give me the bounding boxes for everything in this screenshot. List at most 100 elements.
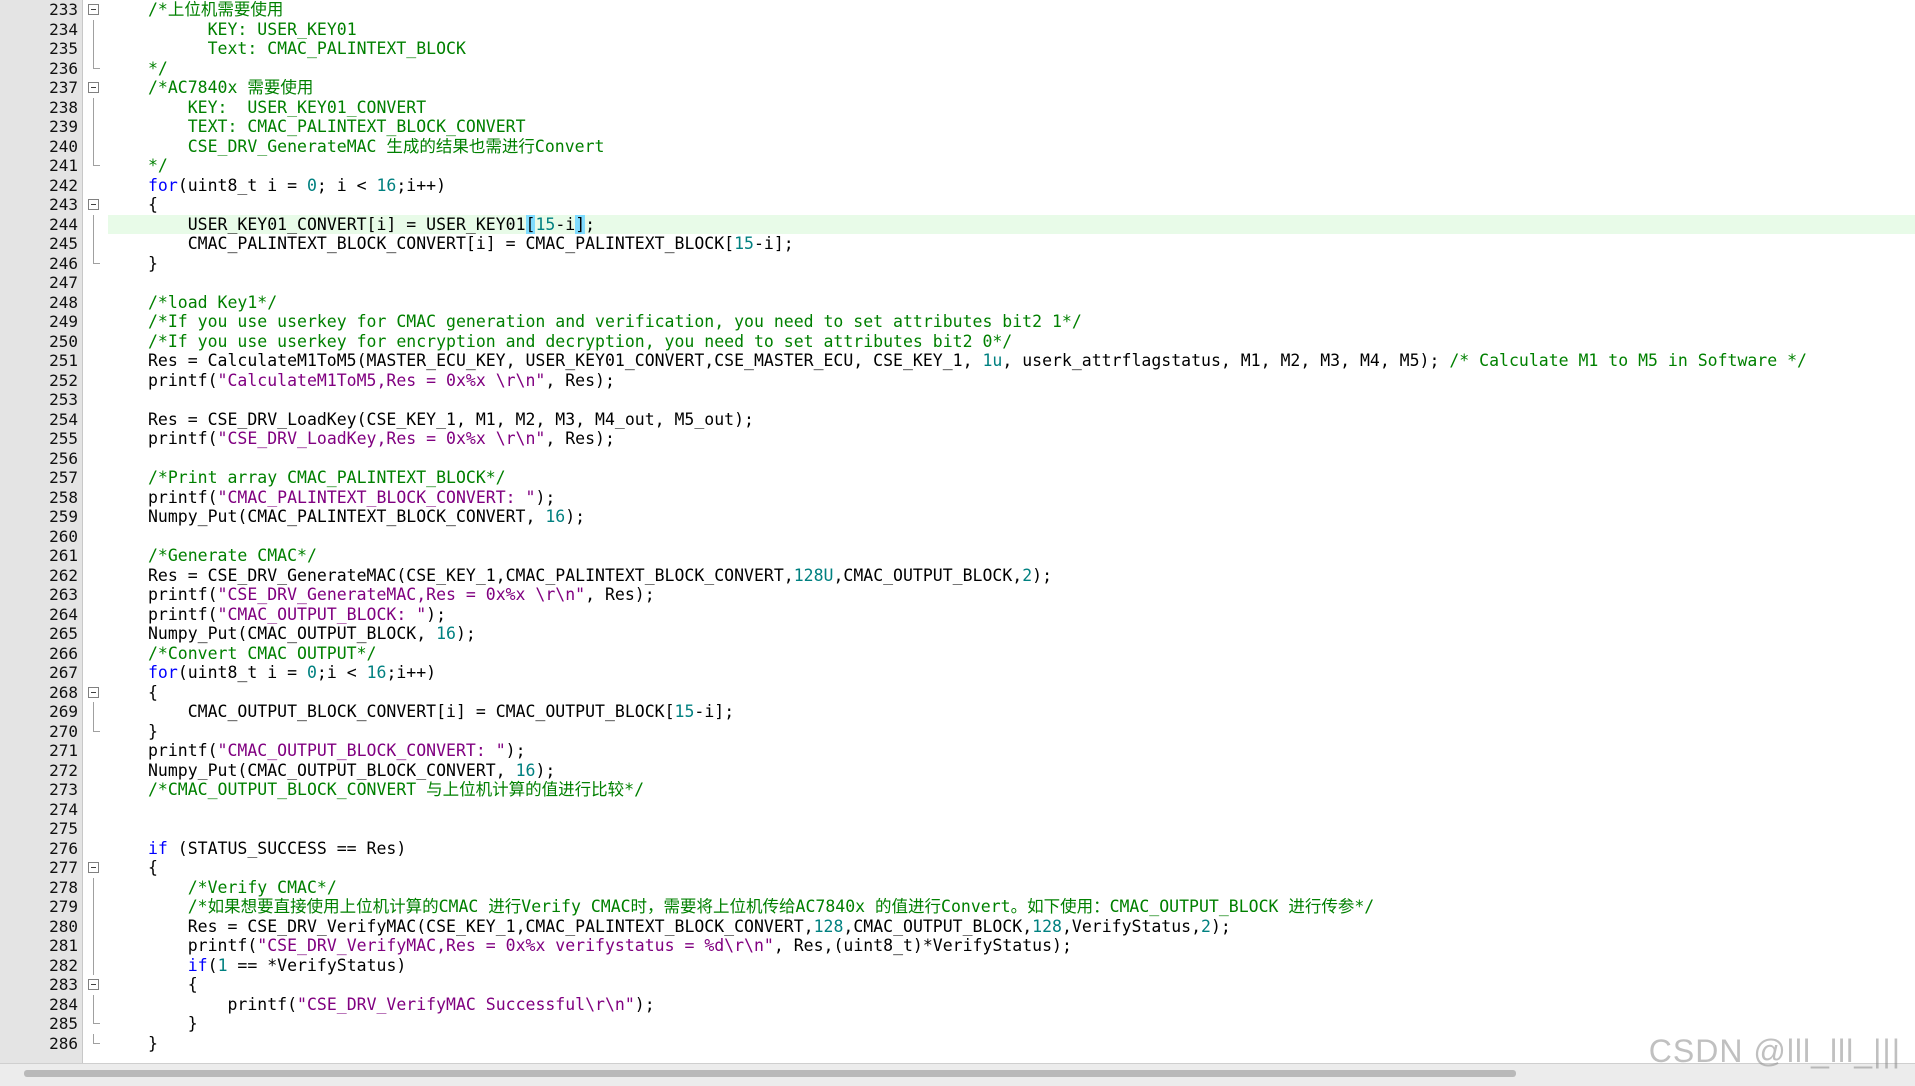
code-line[interactable]: 264 printf("CMAC_OUTPUT_BLOCK: "); — [0, 605, 1915, 625]
code-line[interactable]: 253 — [0, 390, 1915, 410]
code-line[interactable]: 276 if (STATUS_SUCCESS == Res) — [0, 839, 1915, 859]
code-line[interactable]: 248 /*load Key1*/ — [0, 293, 1915, 313]
fold-collapse-icon[interactable] — [88, 979, 99, 990]
code-line[interactable]: 259 Numpy_Put(CMAC_PALINTEXT_BLOCK_CONVER… — [0, 507, 1915, 527]
code-text[interactable]: for(uint8_t i = 0; i < 16;i++) — [108, 176, 1915, 196]
code-line[interactable]: 268 { — [0, 683, 1915, 703]
code-text[interactable] — [108, 819, 1915, 839]
code-line[interactable]: 278 /*Verify CMAC*/ — [0, 877, 1915, 898]
code-text[interactable]: printf("CalculateM1ToM5,Res = 0x%x \r\n"… — [108, 371, 1915, 391]
code-text[interactable]: /*上位机需要使用 — [108, 0, 1915, 20]
code-text[interactable]: KEY: USER_KEY01_CONVERT — [108, 98, 1915, 118]
code-line[interactable]: 279 /*如果想要直接使用上位机计算的CMAC 进行Verify CMAC时，… — [0, 897, 1915, 917]
code-line[interactable]: 250 /*If you use userkey for encryption a… — [0, 332, 1915, 352]
code-text[interactable]: for(uint8_t i = 0;i < 16;i++) — [108, 663, 1915, 683]
code-line[interactable]: 274 — [0, 800, 1915, 820]
code-text[interactable]: Text: CMAC_PALINTEXT_BLOCK — [108, 39, 1915, 59]
code-line[interactable]: 237 /*AC7840x 需要使用 — [0, 78, 1915, 98]
code-line[interactable]: 281 printf("CSE_DRV_VerifyMAC,Res = 0x%x… — [0, 936, 1915, 956]
code-text[interactable]: /*AC7840x 需要使用 — [108, 78, 1915, 98]
code-line[interactable]: 265 Numpy_Put(CMAC_OUTPUT_BLOCK, 16); — [0, 624, 1915, 644]
fold-collapse-icon[interactable] — [88, 686, 99, 698]
code-text[interactable]: /*Generate CMAC*/ — [108, 546, 1915, 566]
code-text[interactable]: Numpy_Put(CMAC_PALINTEXT_BLOCK_CONVERT, … — [108, 507, 1915, 527]
code-text[interactable]: printf("CSE_DRV_VerifyMAC,Res = 0x%x ver… — [108, 936, 1915, 956]
code-text[interactable]: Numpy_Put(CMAC_OUTPUT_BLOCK_CONVERT, 16)… — [108, 761, 1915, 781]
code-line[interactable]: 261 /*Generate CMAC*/ — [0, 546, 1915, 566]
code-text[interactable]: /*如果想要直接使用上位机计算的CMAC 进行Verify CMAC时，需要将上… — [108, 897, 1915, 917]
code-line[interactable]: 282 if(1 == *VerifyStatus) — [0, 955, 1915, 976]
horizontal-scrollbar[interactable] — [0, 1063, 1915, 1086]
code-text[interactable]: } — [108, 1014, 1915, 1034]
code-line[interactable]: 256 — [0, 449, 1915, 469]
code-line[interactable]: 263 printf("CSE_DRV_GenerateMAC,Res = 0x%… — [0, 585, 1915, 605]
code-text[interactable] — [108, 527, 1915, 547]
code-line[interactable]: 244 USER_KEY01_CONVERT[i] = USER_KEY01[1… — [0, 214, 1915, 234]
code-text[interactable]: printf("CMAC_OUTPUT_BLOCK_CONVERT: "); — [108, 741, 1915, 761]
code-text[interactable]: /*load Key1*/ — [108, 293, 1915, 313]
fold-collapse-icon[interactable] — [88, 862, 99, 873]
code-text[interactable]: Res = CalculateM1ToM5(MASTER_ECU_KEY, US… — [108, 351, 1915, 371]
code-line[interactable]: 275 — [0, 819, 1915, 839]
code-text[interactable] — [108, 449, 1915, 469]
code-text[interactable]: Res = CSE_DRV_GenerateMAC(CSE_KEY_1,CMAC… — [108, 566, 1915, 586]
code-line[interactable]: 280 Res = CSE_DRV_VerifyMAC(CSE_KEY_1,CM… — [0, 916, 1915, 937]
code-text[interactable]: KEY: USER_KEY01 — [108, 20, 1915, 40]
code-line[interactable]: 242 for(uint8_t i = 0; i < 16;i++) — [0, 176, 1915, 196]
code-line[interactable]: 260 — [0, 527, 1915, 547]
code-line[interactable]: 269 CMAC_OUTPUT_BLOCK_CONVERT[i] = CMAC_… — [0, 702, 1915, 722]
code-line[interactable]: 245 CMAC_PALINTEXT_BLOCK_CONVERT[i] = CM… — [0, 234, 1915, 254]
code-line[interactable]: 283 { — [0, 975, 1915, 995]
code-line[interactable]: 249 /*If you use userkey for CMAC generat… — [0, 312, 1915, 332]
fold-collapse-icon[interactable] — [88, 82, 99, 93]
code-text[interactable]: /*CMAC_OUTPUT_BLOCK_CONVERT 与上位机计算的值进行比较… — [108, 780, 1915, 800]
code-text[interactable]: /*Verify CMAC*/ — [108, 878, 1915, 898]
code-text[interactable]: /*Print array CMAC_PALINTEXT_BLOCK*/ — [108, 468, 1915, 488]
code-line[interactable]: 234 KEY: USER_KEY01 — [0, 19, 1915, 40]
code-text[interactable]: } — [108, 722, 1915, 742]
code-text[interactable]: printf("CMAC_OUTPUT_BLOCK: "); — [108, 605, 1915, 625]
code-text[interactable]: CMAC_OUTPUT_BLOCK_CONVERT[i] = CMAC_OUTP… — [108, 702, 1915, 722]
code-line[interactable]: 236 */ — [0, 58, 1915, 79]
code-line[interactable]: 277 { — [0, 858, 1915, 878]
code-editor[interactable]: 233/*上位机需要使用 234 KEY: USER_KEY01 235 Text:… — [0, 0, 1915, 1063]
code-text[interactable]: { — [108, 858, 1915, 878]
code-text[interactable] — [108, 273, 1915, 293]
code-text[interactable]: */ — [108, 156, 1915, 176]
code-line[interactable]: 240 CSE_DRV_GenerateMAC 生成的结果也需进行Convert — [0, 136, 1915, 157]
code-text[interactable]: CSE_DRV_GenerateMAC 生成的结果也需进行Convert — [108, 137, 1915, 157]
scrollbar-thumb[interactable] — [24, 1070, 1516, 1077]
code-text[interactable]: CMAC_PALINTEXT_BLOCK_CONVERT[i] = CMAC_P… — [108, 234, 1915, 254]
code-text[interactable]: { — [108, 975, 1915, 995]
code-text[interactable]: printf("CSE_DRV_GenerateMAC,Res = 0x%x \… — [108, 585, 1915, 605]
code-line[interactable]: 267 for(uint8_t i = 0;i < 16;i++) — [0, 663, 1915, 683]
code-line[interactable]: 246} — [0, 253, 1915, 274]
code-text[interactable] — [108, 800, 1915, 820]
code-text[interactable]: { — [108, 683, 1915, 703]
fold-collapse-icon[interactable] — [88, 199, 99, 210]
code-line[interactable]: 243 { — [0, 195, 1915, 215]
code-line[interactable]: 235 Text: CMAC_PALINTEXT_BLOCK — [0, 39, 1915, 59]
code-line[interactable]: 239 TEXT: CMAC_PALINTEXT_BLOCK_CONVERT — [0, 117, 1915, 137]
code-line[interactable]: 247 — [0, 273, 1915, 293]
code-line[interactable]: 273 /*CMAC_OUTPUT_BLOCK_CONVERT 与上位机计算的值进… — [0, 780, 1915, 800]
code-line[interactable]: 272 Numpy_Put(CMAC_OUTPUT_BLOCK_CONVERT, … — [0, 761, 1915, 781]
code-line[interactable]: 238 KEY: USER_KEY01_CONVERT — [0, 97, 1915, 118]
code-text[interactable]: Res = CSE_DRV_VerifyMAC(CSE_KEY_1,CMAC_P… — [108, 917, 1915, 937]
code-text[interactable]: printf("CSE_DRV_LoadKey,Res = 0x%x \r\n"… — [108, 429, 1915, 449]
code-text[interactable]: if(1 == *VerifyStatus) — [108, 956, 1915, 976]
code-text[interactable]: Res = CSE_DRV_LoadKey(CSE_KEY_1, M1, M2,… — [108, 410, 1915, 430]
code-text[interactable]: /*Convert CMAC OUTPUT*/ — [108, 644, 1915, 664]
code-text[interactable]: /*If you use userkey for encryption and … — [108, 332, 1915, 352]
code-line[interactable]: 258 printf("CMAC_PALINTEXT_BLOCK_CONVERT:… — [0, 488, 1915, 508]
code-text[interactable]: } — [108, 1034, 1915, 1054]
code-line[interactable]: 266 /*Convert CMAC OUTPUT*/ — [0, 644, 1915, 664]
code-text[interactable] — [108, 390, 1915, 410]
code-text[interactable]: /*If you use userkey for CMAC generation… — [108, 312, 1915, 332]
code-text[interactable]: printf("CSE_DRV_VerifyMAC Successful\r\n… — [108, 995, 1915, 1015]
code-text[interactable]: Numpy_Put(CMAC_OUTPUT_BLOCK, 16); — [108, 624, 1915, 644]
code-text[interactable]: USER_KEY01_CONVERT[i] = USER_KEY01[15-i]… — [108, 214, 1915, 234]
code-text[interactable]: */ — [108, 59, 1915, 79]
code-line[interactable]: 270} — [0, 721, 1915, 742]
code-line[interactable]: 262 Res = CSE_DRV_GenerateMAC(CSE_KEY_1,C… — [0, 566, 1915, 586]
